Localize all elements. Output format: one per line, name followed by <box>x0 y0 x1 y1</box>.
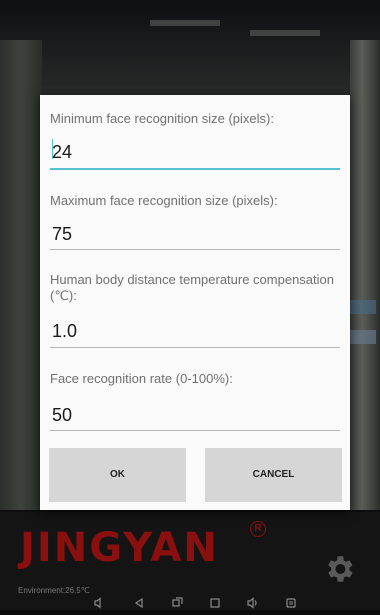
temp-compensation-underline <box>50 347 340 348</box>
volume-up-icon[interactable] <box>246 596 260 610</box>
recognition-rate-field: Face recognition rate (0-100%): <box>50 371 342 431</box>
environment-temperature: Environment:26.5℃ <box>18 586 90 595</box>
ok-button[interactable]: OK <box>49 448 186 502</box>
background-shelf-item <box>350 300 376 314</box>
temp-compensation-label: Human body distance temperature compensa… <box>50 272 334 303</box>
recognition-rate-label: Face recognition rate (0-100%): <box>50 371 233 386</box>
recents-icon[interactable] <box>284 596 298 610</box>
temp-compensation-input[interactable] <box>50 316 342 346</box>
max-face-size-underline <box>50 249 340 250</box>
left-wall-background <box>0 40 42 510</box>
gear-icon[interactable] <box>322 552 356 586</box>
background-shelf-item <box>350 330 376 344</box>
brand-logo: JINGYAN <box>20 525 219 571</box>
ceiling-light <box>150 20 220 26</box>
min-face-size-field: Minimum face recognition size (pixels): <box>50 111 342 170</box>
ceiling-light <box>250 30 320 36</box>
system-navigation-bar <box>0 596 380 610</box>
temp-compensation-field: Human body distance temperature compensa… <box>50 272 342 348</box>
home-icon[interactable] <box>208 596 222 610</box>
registered-mark: R <box>250 521 266 537</box>
max-face-size-field: Maximum face recognition size (pixels): <box>50 193 342 250</box>
max-face-size-label: Maximum face recognition size (pixels): <box>50 193 278 208</box>
cancel-button[interactable]: CANCEL <box>205 448 342 502</box>
recognition-rate-underline <box>50 430 340 431</box>
screenshot-icon[interactable] <box>170 596 184 610</box>
right-wall-background <box>350 40 380 510</box>
face-settings-dialog: Minimum face recognition size (pixels): … <box>40 95 350 510</box>
max-face-size-input[interactable] <box>50 219 342 249</box>
min-face-size-underline <box>50 168 340 170</box>
min-face-size-label: Minimum face recognition size (pixels): <box>50 111 274 126</box>
back-icon[interactable] <box>132 596 146 610</box>
recognition-rate-input[interactable] <box>50 400 342 430</box>
volume-down-icon[interactable] <box>92 596 106 610</box>
min-face-size-input[interactable] <box>50 137 342 167</box>
ceiling-background <box>0 0 380 100</box>
